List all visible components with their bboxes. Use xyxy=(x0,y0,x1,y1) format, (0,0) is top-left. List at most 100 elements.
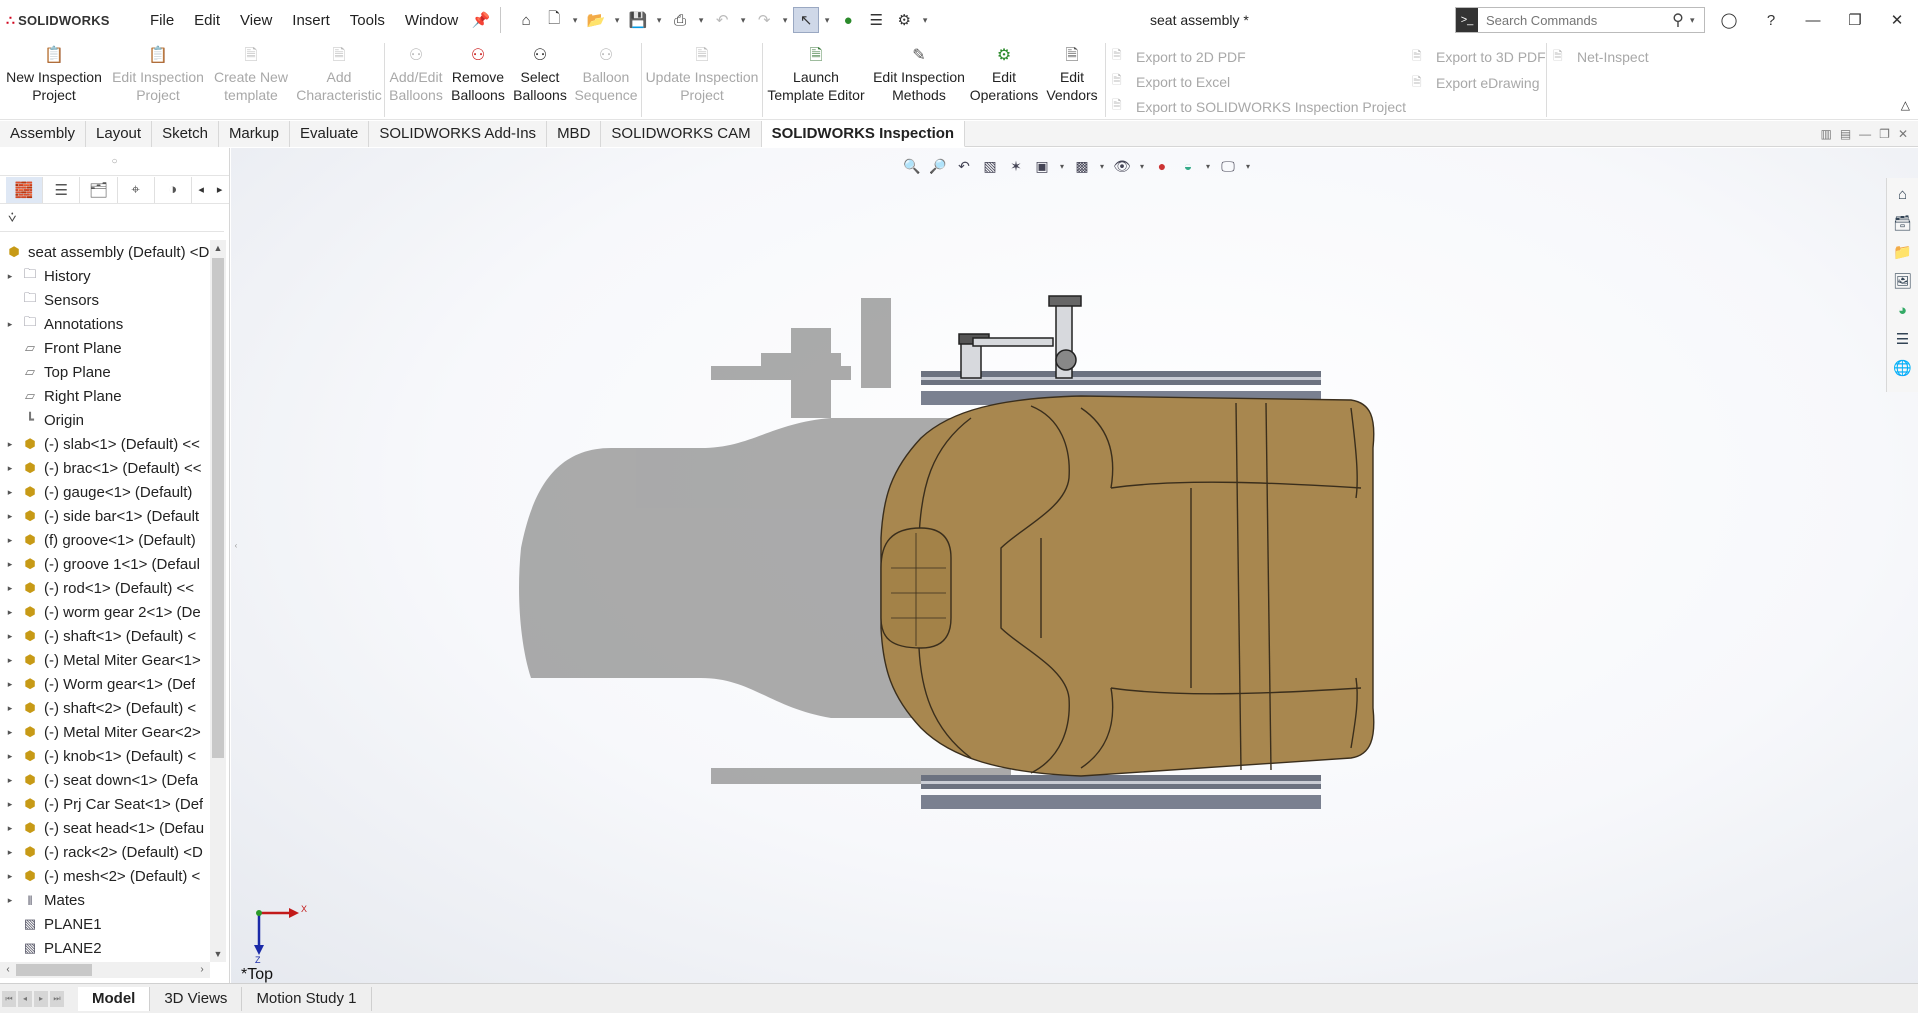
tile-right-icon[interactable]: ▤ xyxy=(1840,127,1851,141)
tree-node[interactable]: ▸ ⬢ (-) rod<1> (Default) << xyxy=(0,576,210,600)
tree-node[interactable]: ▸ ⬢ (-) rack<2> (Default) <D xyxy=(0,840,210,864)
tree-vertical-scrollbar[interactable]: ▲ ▼ xyxy=(210,240,226,962)
expand-arrow-icon[interactable]: ▸ xyxy=(0,535,20,546)
prev-tab-icon[interactable]: ◂ xyxy=(18,990,32,1007)
tree-node[interactable]: ▸ ⬢ (-) Metal Miter Gear<1> xyxy=(0,648,210,672)
menu-view[interactable]: View xyxy=(230,12,282,29)
expand-arrow-icon[interactable]: ▸ xyxy=(0,655,20,666)
export-2d-pdf-button[interactable]: 🗎 Export to 2D PDF xyxy=(1112,44,1406,69)
tree-node[interactable]: ▸ ⬢ (-) mesh<2> (Default) < xyxy=(0,864,210,888)
configuration-manager-tab-icon[interactable]: 🗂 xyxy=(80,176,118,203)
last-tab-icon[interactable]: ⏭ xyxy=(50,990,64,1007)
custom-properties-icon[interactable]: ☰ xyxy=(1891,327,1915,351)
tab-assembly[interactable]: Assembly xyxy=(0,121,87,147)
edit-vendors-button[interactable]: 🗎 Edit Vendors xyxy=(1039,40,1105,119)
home-icon[interactable]: ⌂ xyxy=(1891,182,1915,206)
add-characteristic-button[interactable]: 🗎 Add Characteristic xyxy=(294,40,384,119)
collapse-ribbon-icon[interactable]: △ xyxy=(1901,98,1910,112)
tree-node[interactable]: ▸ 🗀 Annotations xyxy=(0,312,210,336)
tree-node[interactable]: ▱ Top Plane xyxy=(0,360,210,384)
options-gear-icon[interactable]: ⚙ xyxy=(891,7,917,33)
chevron-down-icon[interactable]: ▾ xyxy=(653,7,665,33)
edit-operations-button[interactable]: ⚙ Edit Operations xyxy=(969,40,1039,119)
chevron-down-icon[interactable]: ▾ xyxy=(737,7,749,33)
first-tab-icon[interactable]: ⏮ xyxy=(2,990,16,1007)
chevron-left-icon[interactable]: ‹ xyxy=(0,962,16,978)
restore-icon[interactable]: ❐ xyxy=(1879,127,1890,141)
filter-icon[interactable]: ⩒ xyxy=(8,209,17,226)
chevron-down-icon[interactable]: ▾ xyxy=(1137,155,1147,177)
tab-solidworks-cam[interactable]: SOLIDWORKS CAM xyxy=(601,121,762,147)
tree-root-assembly[interactable]: ⬢ seat assembly (Default) <D xyxy=(0,240,210,264)
export-excel-button[interactable]: 🗎 Export to Excel xyxy=(1112,69,1406,94)
appearances-icon[interactable]: ◕ xyxy=(1891,298,1915,322)
tab-layout[interactable]: Layout xyxy=(86,121,153,147)
expand-arrow-icon[interactable]: ▸ xyxy=(0,607,20,618)
tree-node[interactable]: ▸ 🗀 History xyxy=(0,264,210,288)
search-input[interactable] xyxy=(1478,9,1666,31)
save-icon[interactable]: 💾 xyxy=(625,7,651,33)
scrollbar-thumb[interactable] xyxy=(212,258,224,758)
feature-manager-tab-icon[interactable]: 🧱 xyxy=(6,176,44,203)
tree-node[interactable]: ▸ ⬢ (-) groove 1<1> (Defaul xyxy=(0,552,210,576)
close-icon[interactable]: ✕ xyxy=(1898,127,1908,141)
expand-arrow-icon[interactable]: ▸ xyxy=(0,847,20,858)
tree-node[interactable]: ▱ Front Plane xyxy=(0,336,210,360)
tree-node[interactable]: 🗀 Sensors xyxy=(0,288,210,312)
launch-template-editor-button[interactable]: 🗎 Launch Template Editor xyxy=(763,40,869,119)
tree-node[interactable]: ▸ ⬢ (-) Prj Car Seat<1> (Def xyxy=(0,792,210,816)
chevron-down-icon[interactable]: ▾ xyxy=(779,7,791,33)
chevron-down-icon[interactable]: ▾ xyxy=(1203,155,1213,177)
chevron-down-icon[interactable]: ▾ xyxy=(1690,15,1704,26)
chevron-down-icon[interactable]: ▾ xyxy=(821,7,833,33)
chevron-down-icon[interactable]: ▾ xyxy=(695,7,707,33)
zoom-to-fit-icon[interactable]: 🔍 xyxy=(901,155,923,177)
home-icon[interactable]: ⌂ xyxy=(513,7,539,33)
net-inspect-button[interactable]: 🗎 Net-Inspect xyxy=(1553,44,1667,70)
tree-node[interactable]: ▸ ⬢ (-) Worm gear<1> (Def xyxy=(0,672,210,696)
pin-icon[interactable]: 📌 xyxy=(468,7,494,33)
export-3d-pdf-button[interactable]: 🗎 Export to 3D PDF xyxy=(1412,44,1546,70)
chevron-down-icon[interactable]: ▼ xyxy=(210,946,226,962)
file-properties-icon[interactable]: ☰ xyxy=(863,7,889,33)
tree-node[interactable]: ▸ ⬢ (-) shaft<2> (Default) < xyxy=(0,696,210,720)
tree-node[interactable]: ▸ ⬢ (-) slab<1> (Default) << xyxy=(0,432,210,456)
menu-file[interactable]: File xyxy=(140,12,184,29)
tree-node[interactable]: ▸ ⬢ (-) side bar<1> (Default xyxy=(0,504,210,528)
property-manager-tab-icon[interactable]: ☰ xyxy=(43,176,81,203)
dynamic-annotation-icon[interactable]: ✶ xyxy=(1005,155,1027,177)
expand-arrow-icon[interactable]: ▸ xyxy=(0,511,20,522)
tree-node[interactable]: ▧ PLANE2 xyxy=(0,936,210,960)
previous-view-icon[interactable]: ↶ xyxy=(953,155,975,177)
chevron-down-icon[interactable]: ▾ xyxy=(569,7,581,33)
search-icon[interactable]: ⚲ xyxy=(1666,10,1690,30)
menu-edit[interactable]: Edit xyxy=(184,12,230,29)
dimxpert-tab-icon[interactable]: ⌖ xyxy=(118,176,155,203)
chevron-down-icon[interactable]: ▾ xyxy=(919,7,931,33)
export-inspection-project-button[interactable]: 🗎 Export to SOLIDWORKS Inspection Project xyxy=(1112,94,1406,119)
redo-icon[interactable]: ↷ xyxy=(751,7,777,33)
select-balloons-button[interactable]: ⚇ Select Balloons xyxy=(509,40,571,119)
tree-node[interactable]: ▸ ⬢ (-) Metal Miter Gear<2> xyxy=(0,720,210,744)
edit-appearance-icon[interactable]: ● xyxy=(1151,155,1173,177)
create-new-template-button[interactable]: 🗎 Create New template xyxy=(208,40,294,119)
menu-window[interactable]: Window xyxy=(395,12,468,29)
expand-arrow-icon[interactable]: ▸ xyxy=(0,775,20,786)
expand-arrow-icon[interactable]: ▸ xyxy=(0,319,20,330)
menu-tools[interactable]: Tools xyxy=(340,12,395,29)
view-palette-icon[interactable]: 🖼 xyxy=(1891,269,1915,293)
remove-balloons-button[interactable]: ⚇ Remove Balloons xyxy=(447,40,509,119)
view-settings-icon[interactable]: 🖵 xyxy=(1217,155,1239,177)
expand-arrow-icon[interactable]: ▸ xyxy=(0,679,20,690)
account-icon[interactable]: ◯ xyxy=(1708,0,1750,40)
tree-filter[interactable]: ⩒ xyxy=(0,204,224,232)
scrollbar-thumb[interactable] xyxy=(16,964,92,976)
expand-arrow-icon[interactable]: ▸ xyxy=(0,751,20,762)
next-tab-icon[interactable]: ▸ xyxy=(34,990,48,1007)
print-icon[interactable]: ⎙ xyxy=(667,7,693,33)
tile-left-icon[interactable]: ▥ xyxy=(1820,127,1831,141)
restore-icon[interactable]: ❐ xyxy=(1834,0,1876,40)
tree-node[interactable]: ▸ ⬢ (f) groove<1> (Default) xyxy=(0,528,210,552)
solidworks-forum-icon[interactable]: 🌐 xyxy=(1891,356,1915,380)
tree-node[interactable]: ▸ ⬢ (-) seat down<1> (Defa xyxy=(0,768,210,792)
